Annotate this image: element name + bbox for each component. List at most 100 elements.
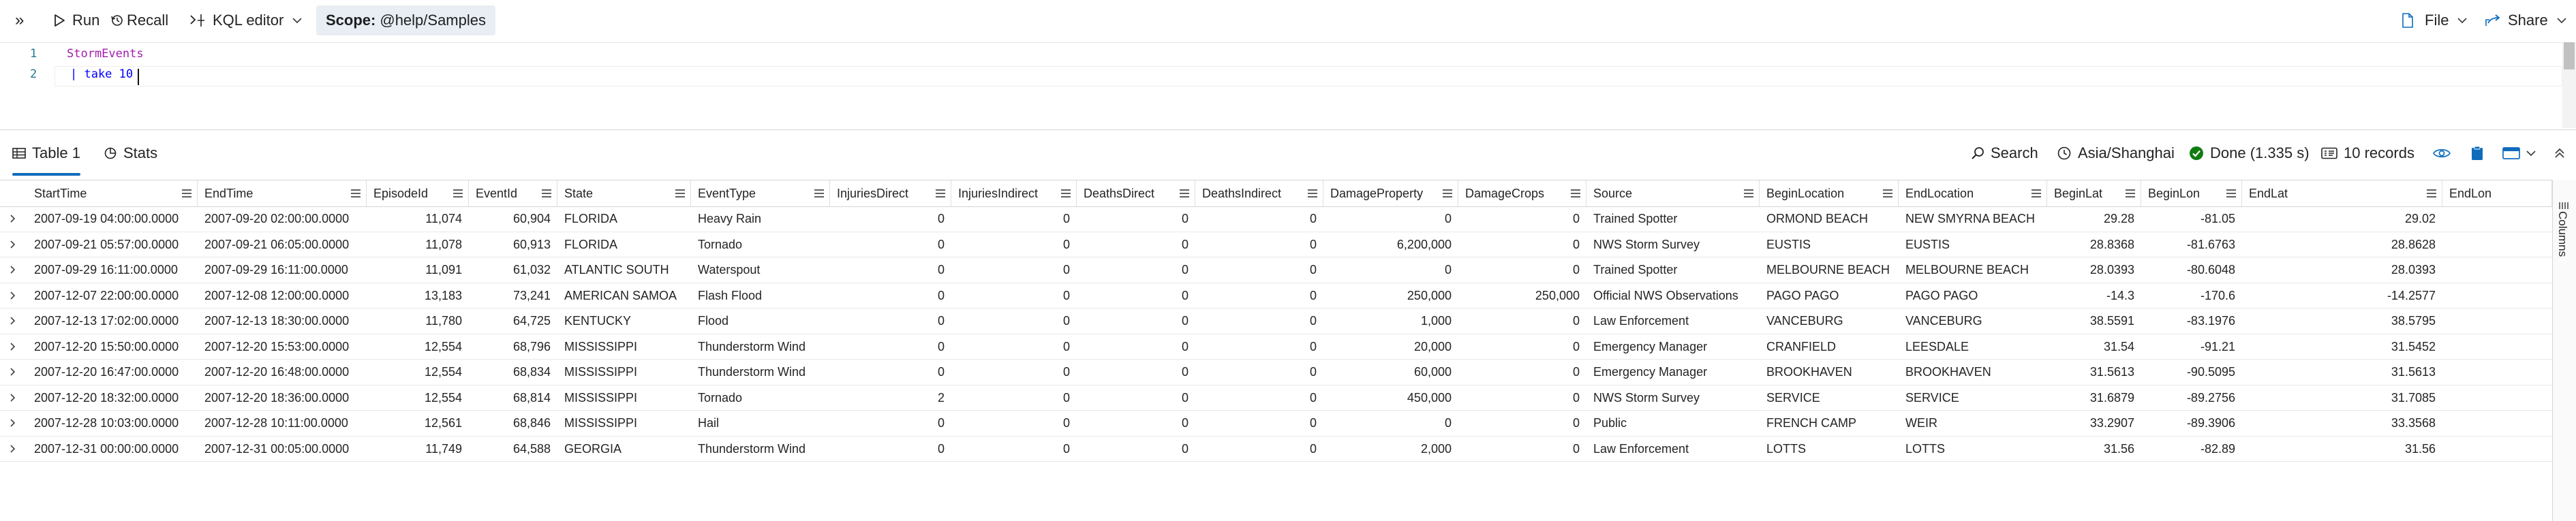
column-header[interactable]: EndLon xyxy=(2442,180,2552,206)
pane-splitter[interactable] xyxy=(0,129,2576,130)
table-cell: 0 xyxy=(1309,237,1317,251)
column-header[interactable]: DeathsDirect xyxy=(1077,180,1195,206)
column-header[interactable]: State xyxy=(557,180,691,206)
tab-table-1[interactable]: Table 1 xyxy=(12,131,80,176)
column-header[interactable]: InjuriesIndirect xyxy=(951,180,1077,206)
table-cell xyxy=(2442,411,2552,436)
chevron-right-icon[interactable] xyxy=(8,291,16,300)
search-button[interactable]: Search xyxy=(1971,131,2038,176)
columns-panel-toggle[interactable]: Columns xyxy=(2556,211,2569,257)
table-cell: 2007-12-08 12:00:00.0000 xyxy=(204,288,350,302)
column-header[interactable]: EpisodeId xyxy=(367,180,469,206)
search-label: Search xyxy=(1991,144,2038,161)
table-cell: CRANFIELD xyxy=(1766,339,1837,353)
table-cell: 0 xyxy=(1572,212,1580,225)
table-row[interactable]: 2007-12-20 16:47:00.0000 2007-12-20 16:48… xyxy=(0,360,2552,385)
column-header[interactable]: EventType xyxy=(691,180,830,206)
table-row[interactable]: 2007-12-07 22:00:00.0000 2007-12-08 12:00… xyxy=(0,283,2552,309)
table-row[interactable]: 2007-12-20 18:32:00.0000 2007-12-20 18:36… xyxy=(0,385,2552,411)
column-menu-icon[interactable] xyxy=(2031,189,2041,198)
column-header[interactable]: BeginLocation xyxy=(1760,180,1899,206)
column-header[interactable]: InjuriesDirect xyxy=(830,180,951,206)
column-menu-icon[interactable] xyxy=(814,189,824,198)
code-line[interactable]: | take 10 xyxy=(70,67,133,81)
column-menu-icon[interactable] xyxy=(182,189,191,198)
editor-scrollbar-thumb[interactable] xyxy=(2564,42,2575,69)
table-row[interactable]: 2007-09-19 04:00:00.0000 2007-09-20 02:00… xyxy=(0,206,2552,232)
expand-pane-button[interactable]: » xyxy=(15,0,24,41)
column-header[interactable]: DeathsIndirect xyxy=(1195,180,1323,206)
column-header[interactable]: EndLocation xyxy=(1899,180,2047,206)
code-line[interactable]: StormEvents xyxy=(67,47,144,61)
table-cell: 68,814 xyxy=(512,390,551,405)
table-row[interactable]: 2007-12-20 15:50:00.0000 2007-12-20 15:53… xyxy=(0,334,2552,360)
table-cell: Official NWS Observations xyxy=(1593,288,1738,302)
table-row[interactable]: 2007-12-13 17:02:00.0000 2007-12-13 18:30… xyxy=(0,309,2552,334)
tab-stats[interactable]: Stats xyxy=(104,131,157,176)
collapse-results-button[interactable] xyxy=(2554,131,2571,176)
column-menu-icon[interactable] xyxy=(2427,189,2436,198)
table-cell: 0 xyxy=(1181,339,1189,353)
column-header[interactable]: BeginLon xyxy=(2141,180,2242,206)
column-header[interactable]: DamageProperty xyxy=(1323,180,1458,206)
table-cell: 29.28 xyxy=(2103,212,2134,225)
column-menu-icon[interactable] xyxy=(542,189,551,198)
column-header[interactable]: EndTime xyxy=(198,180,367,206)
column-menu-icon[interactable] xyxy=(936,189,945,198)
table-cell: 0 xyxy=(1181,288,1189,302)
column-header[interactable]: DamageCrops xyxy=(1458,180,1586,206)
table-row[interactable]: 2007-09-29 16:11:00.0000 2007-09-29 16:11… xyxy=(0,257,2552,283)
table-cell: 31.5613 xyxy=(2391,365,2436,379)
column-header[interactable]: StartTime xyxy=(27,180,198,206)
table-cell: Tornado xyxy=(698,237,743,251)
column-menu-icon[interactable] xyxy=(351,189,361,198)
file-menu-button[interactable]: File xyxy=(2402,0,2474,41)
table-cell: LEESDALE xyxy=(1905,339,1969,353)
chevron-right-icon[interactable] xyxy=(8,419,16,427)
chevron-right-icon[interactable] xyxy=(8,444,16,453)
recall-button[interactable]: Recall xyxy=(110,0,168,41)
column-menu-icon[interactable] xyxy=(675,189,685,198)
scope-indicator[interactable]: Scope: @help/Samples xyxy=(316,5,495,35)
column-menu-icon[interactable] xyxy=(2126,189,2135,198)
chevron-right-icon[interactable] xyxy=(8,266,16,274)
chevron-right-icon[interactable] xyxy=(8,393,16,402)
table-row[interactable]: 2007-09-21 05:57:00.0000 2007-09-21 06:05… xyxy=(0,232,2552,257)
query-editor[interactable]: 1 2 StormEvents | take 10 xyxy=(0,42,2562,129)
kql-editor-dropdown[interactable]: KQL editor xyxy=(189,0,303,41)
share-menu-button[interactable]: Share xyxy=(2485,0,2574,41)
visibility-toggle[interactable] xyxy=(2433,131,2457,176)
column-menu-icon[interactable] xyxy=(1180,189,1189,198)
column-menu-icon[interactable] xyxy=(1061,189,1071,198)
column-header[interactable]: EndLat xyxy=(2242,180,2442,206)
column-header[interactable]: BeginLat xyxy=(2047,180,2141,206)
grid-header: StartTime EndTime EpisodeId EventId State Eve… xyxy=(0,180,2552,207)
column-header[interactable]: Source xyxy=(1586,180,1760,206)
chevron-right-icon[interactable] xyxy=(8,342,16,351)
table-row[interactable]: 2007-12-28 10:03:00.0000 2007-12-28 10:11… xyxy=(0,411,2552,437)
chevron-right-icon[interactable] xyxy=(8,215,16,223)
column-menu-icon[interactable] xyxy=(453,189,463,198)
timezone-selector[interactable]: Asia/Shanghai xyxy=(2057,131,2175,176)
column-menu-icon[interactable] xyxy=(1744,189,1753,198)
column-menu-icon[interactable] xyxy=(1308,189,1317,198)
table-cell: 0 xyxy=(1181,365,1189,379)
chevron-right-icon[interactable] xyxy=(8,240,16,249)
layout-dropdown[interactable] xyxy=(2502,131,2543,176)
copy-button[interactable] xyxy=(2471,131,2489,176)
column-header-label: EndLocation xyxy=(1905,186,1974,200)
panel-layout-icon xyxy=(2502,147,2520,159)
table-cell: 31.56 xyxy=(2103,441,2134,456)
chevron-right-icon[interactable] xyxy=(8,317,16,325)
table-cell: 0 xyxy=(1309,212,1317,225)
column-menu-icon[interactable] xyxy=(2226,189,2236,198)
chevron-right-icon[interactable] xyxy=(8,368,16,376)
column-menu-icon[interactable] xyxy=(1883,189,1892,198)
table-cell: 2007-09-20 02:00:00.0000 xyxy=(204,212,350,225)
run-button[interactable]: Run xyxy=(53,0,99,41)
column-header[interactable]: EventId xyxy=(469,180,557,206)
column-menu-icon[interactable] xyxy=(1571,189,1580,198)
table-row[interactable]: 2007-12-31 00:00:00.0000 2007-12-31 00:05… xyxy=(0,437,2552,462)
play-icon xyxy=(55,14,65,27)
column-menu-icon[interactable] xyxy=(1443,189,1452,198)
